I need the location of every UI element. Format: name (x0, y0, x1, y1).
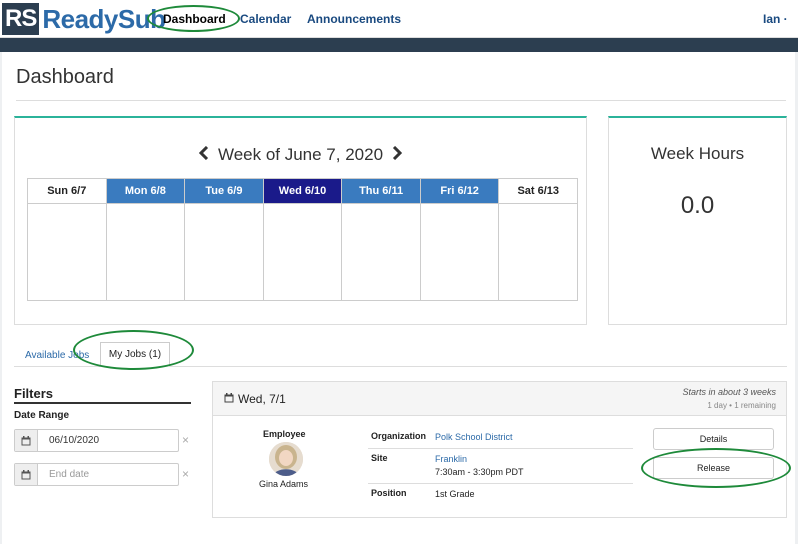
position-label: Position (371, 488, 407, 498)
job-card: Wed, 7/1 Starts in about 3 weeks 1 day •… (212, 381, 791, 518)
day-cell[interactable] (499, 204, 577, 300)
clear-icon[interactable]: × (182, 467, 189, 481)
week-hours-value: 0.0 (680, 192, 715, 219)
avatar (269, 442, 303, 476)
nav-announcements[interactable]: Announcements (307, 12, 401, 26)
page-title: Dashboard (16, 66, 114, 88)
week-hours-card: Week Hours 0.0 (608, 116, 787, 325)
tab-available-jobs[interactable]: Available Jobs (25, 350, 89, 361)
day-column[interactable]: Sun 6/7 (28, 179, 107, 300)
user-menu[interactable]: Ian · (763, 12, 788, 26)
tab-my-jobs[interactable]: My Jobs (1) (100, 342, 170, 367)
logo-mark: RS (2, 3, 40, 35)
start-date-input[interactable] (38, 430, 168, 451)
day-header: Mon 6/8 (106, 179, 185, 204)
release-button[interactable]: Release (653, 457, 774, 479)
filters-divider (14, 402, 191, 404)
day-column[interactable]: Fri 6/12 (420, 179, 500, 300)
day-cell[interactable] (28, 204, 106, 300)
job-date: Wed, 7/1 (224, 392, 286, 406)
nav-calendar[interactable]: Calendar (240, 12, 291, 26)
day-column[interactable]: Wed 6/10 (263, 179, 343, 300)
app-logo[interactable]: RS ReadySub (2, 3, 166, 35)
info-row-position: Position 1st Grade (368, 484, 633, 505)
info-row-organization: Organization Polk School District (368, 427, 633, 449)
job-card-header: Wed, 7/1 Starts in about 3 weeks 1 day •… (213, 382, 786, 416)
organization-link[interactable]: Polk School District (435, 432, 513, 442)
content-area: Dashboard Week of June 7, 2020 Sun 6/7 M… (0, 52, 798, 544)
employee-label: Employee (263, 429, 306, 439)
end-date-input[interactable] (38, 464, 168, 485)
day-cell[interactable] (264, 204, 342, 300)
calendar-icon[interactable] (15, 430, 38, 451)
date-range-label: Date Range (14, 410, 70, 421)
day-cell[interactable] (107, 204, 185, 300)
week-label: Week of June 7, 2020 (217, 145, 384, 164)
filters-title: Filters (14, 386, 54, 401)
calendar-icon[interactable] (15, 464, 38, 485)
calendar-icon (224, 392, 234, 406)
top-nav: RS ReadySub Dashboard Calendar Announcem… (0, 0, 798, 38)
chevron-right-icon[interactable] (392, 144, 402, 165)
start-date-field[interactable] (14, 429, 179, 452)
position-value: 1st Grade (435, 489, 475, 499)
site-label: Site (371, 453, 388, 463)
job-date-label: Wed, 7/1 (238, 392, 286, 406)
day-cell[interactable] (421, 204, 499, 300)
day-column[interactable]: Tue 6/9 (185, 179, 264, 300)
end-date-field[interactable] (14, 463, 179, 486)
site-link[interactable]: Franklin (435, 453, 524, 466)
logo-text: ReadySub (42, 3, 166, 34)
day-cell[interactable] (185, 204, 263, 300)
day-column[interactable]: Thu 6/11 (342, 179, 421, 300)
day-header: Fri 6/12 (420, 179, 499, 204)
clear-icon[interactable]: × (182, 433, 189, 447)
job-starts-text: Starts in about 3 weeks (682, 387, 776, 397)
day-header: Sun 6/7 (28, 179, 106, 204)
week-hours-title: Week Hours (650, 144, 745, 163)
info-row-site: Site Franklin 7:30am - 3:30pm PDT (368, 449, 633, 484)
day-header: Tue 6/9 (185, 179, 263, 204)
day-column[interactable]: Mon 6/8 (106, 179, 186, 300)
job-meta-text: 1 day • 1 remaining (707, 401, 776, 410)
nav-dashboard[interactable]: Dashboard (163, 12, 226, 26)
employee-name: Gina Adams (259, 479, 309, 489)
details-button[interactable]: Details (653, 428, 774, 450)
day-cell[interactable] (342, 204, 420, 300)
job-info-table: Organization Polk School District Site F… (368, 427, 633, 505)
day-header: Sat 6/13 (499, 179, 578, 204)
title-divider (16, 100, 786, 101)
week-header: Week of June 7, 2020 (15, 144, 586, 165)
header-band (0, 38, 798, 52)
day-header-today: Wed 6/10 (263, 179, 342, 204)
dashboard-page: Dashboard Week of June 7, 2020 Sun 6/7 M… (2, 52, 795, 544)
job-time: 7:30am - 3:30pm PDT (435, 467, 524, 477)
chevron-left-icon[interactable] (199, 144, 209, 165)
organization-label: Organization (371, 431, 427, 441)
week-grid: Sun 6/7 Mon 6/8 Tue 6/9 Wed 6/10 Thu 6/1… (27, 178, 578, 301)
day-header: Thu 6/11 (342, 179, 420, 204)
week-calendar-card: Week of June 7, 2020 Sun 6/7 Mon 6/8 Tue… (14, 116, 587, 325)
day-column[interactable]: Sat 6/13 (499, 179, 578, 300)
